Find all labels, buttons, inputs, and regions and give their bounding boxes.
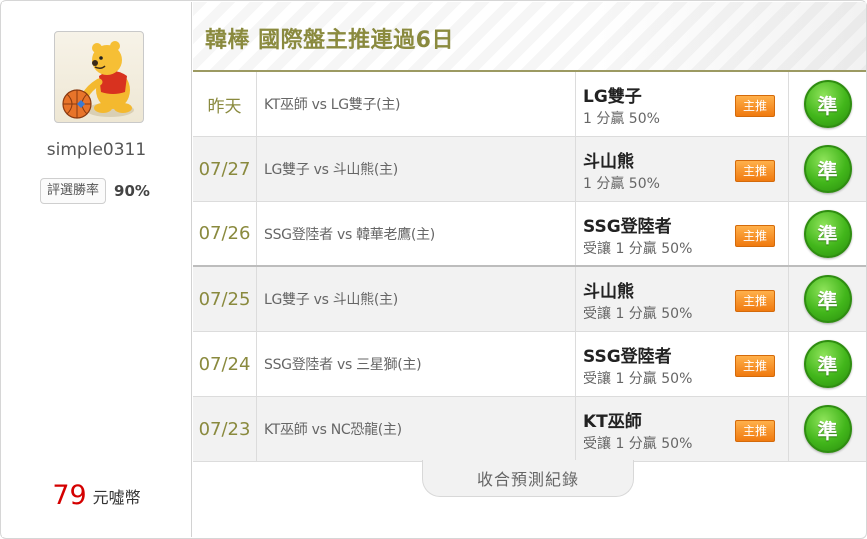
row-date: 07/23: [193, 397, 257, 461]
row-match[interactable]: KT巫師 vs NC恐龍(主): [264, 397, 574, 461]
correct-result-badge: 準: [803, 340, 852, 388]
pick-team: SSG登陸者: [583, 217, 672, 237]
row-result: 準: [789, 397, 866, 461]
row-result: 準: [789, 202, 866, 265]
user-avatar[interactable]: [54, 31, 144, 123]
row-match[interactable]: LG雙子 vs 斗山熊(主): [264, 267, 574, 331]
bear-avatar-icon: [62, 41, 134, 119]
row-result: 準: [789, 267, 866, 331]
prediction-card: simple0311 評選勝率 90% 79 元噓幣 韓棒 國際盤主推連過6日 昨…: [0, 0, 867, 539]
prediction-panel: 韓棒 國際盤主推連過6日 昨天 KT巫師 vs LG雙子(主) LG雙子 1 分…: [193, 2, 866, 537]
user-panel: simple0311 評選勝率 90% 79 元噓幣: [2, 2, 192, 537]
row-pick: 斗山熊 1 分贏 50% 主推: [575, 137, 789, 201]
username[interactable]: simple0311: [2, 140, 191, 160]
pick-detail: 1 分贏 50%: [583, 176, 660, 192]
coin-unit: 元噓幣: [92, 487, 141, 507]
coin-balance: 79 元噓幣: [2, 480, 191, 511]
main-pick-badge: 主推: [735, 95, 775, 117]
winrate-value: 90%: [114, 182, 150, 200]
table-row: 07/24 SSG登陸者 vs 三星獅(主) SSG登陸者 受讓 1 分贏 50…: [193, 332, 866, 397]
pick-team: 斗山熊: [583, 152, 634, 172]
row-pick: SSG登陸者 受讓 1 分贏 50% 主推: [575, 332, 789, 396]
row-date: 07/24: [193, 332, 257, 396]
correct-result-badge: 準: [803, 405, 852, 453]
collapse-records-button[interactable]: 收合預測紀錄: [422, 460, 634, 497]
row-pick: SSG登陸者 受讓 1 分贏 50% 主推: [575, 202, 789, 265]
row-date: 昨天: [193, 72, 257, 136]
pick-detail: 1 分贏 50%: [583, 111, 660, 127]
main-pick-badge: 主推: [735, 290, 775, 312]
winrate: 評選勝率 90%: [40, 178, 150, 204]
correct-result-badge: 準: [803, 80, 852, 128]
table-row: 07/23 KT巫師 vs NC恐龍(主) KT巫師 受讓 1 分贏 50% 主…: [193, 397, 866, 462]
row-match[interactable]: SSG登陸者 vs 韓華老鷹(主): [264, 202, 574, 265]
row-result: 準: [789, 72, 866, 136]
panel-title: 韓棒 國際盤主推連過6日: [205, 28, 454, 53]
pick-team: KT巫師: [583, 412, 642, 432]
row-match[interactable]: LG雙子 vs 斗山熊(主): [264, 137, 574, 201]
row-pick: 斗山熊 受讓 1 分贏 50% 主推: [575, 267, 789, 331]
pick-team: LG雙子: [583, 87, 642, 107]
pick-team: SSG登陸者: [583, 347, 672, 367]
row-match[interactable]: KT巫師 vs LG雙子(主): [264, 72, 574, 136]
correct-result-badge: 準: [803, 145, 852, 193]
pick-detail: 受讓 1 分贏 50%: [583, 306, 693, 322]
correct-result-badge: 準: [803, 209, 852, 258]
row-date: 07/27: [193, 137, 257, 201]
table-row: 07/25 LG雙子 vs 斗山熊(主) 斗山熊 受讓 1 分贏 50% 主推 …: [193, 267, 866, 332]
prediction-table: 昨天 KT巫師 vs LG雙子(主) LG雙子 1 分贏 50% 主推 準 07…: [193, 72, 866, 462]
coin-amount: 79: [52, 480, 87, 511]
main-pick-badge: 主推: [735, 420, 775, 442]
table-row: 07/27 LG雙子 vs 斗山熊(主) 斗山熊 1 分贏 50% 主推 準: [193, 137, 866, 202]
pick-detail: 受讓 1 分贏 50%: [583, 436, 693, 452]
correct-result-badge: 準: [803, 275, 852, 323]
main-pick-badge: 主推: [735, 355, 775, 377]
main-pick-badge: 主推: [735, 160, 775, 182]
row-pick: LG雙子 1 分贏 50% 主推: [575, 72, 789, 136]
row-date: 07/26: [193, 202, 257, 265]
pick-detail: 受讓 1 分贏 50%: [583, 241, 693, 257]
table-row: 07/26 SSG登陸者 vs 韓華老鷹(主) SSG登陸者 受讓 1 分贏 5…: [193, 202, 866, 267]
main-pick-badge: 主推: [735, 225, 775, 247]
row-result: 準: [789, 332, 866, 396]
row-result: 準: [789, 137, 866, 201]
winrate-label: 評選勝率: [40, 178, 107, 204]
table-row: 昨天 KT巫師 vs LG雙子(主) LG雙子 1 分贏 50% 主推 準: [193, 72, 866, 137]
row-pick: KT巫師 受讓 1 分贏 50% 主推: [575, 397, 789, 461]
pick-team: 斗山熊: [583, 282, 634, 302]
row-date: 07/25: [193, 267, 257, 331]
panel-header: 韓棒 國際盤主推連過6日: [193, 2, 866, 77]
row-match[interactable]: SSG登陸者 vs 三星獅(主): [264, 332, 574, 396]
pick-detail: 受讓 1 分贏 50%: [583, 371, 693, 387]
